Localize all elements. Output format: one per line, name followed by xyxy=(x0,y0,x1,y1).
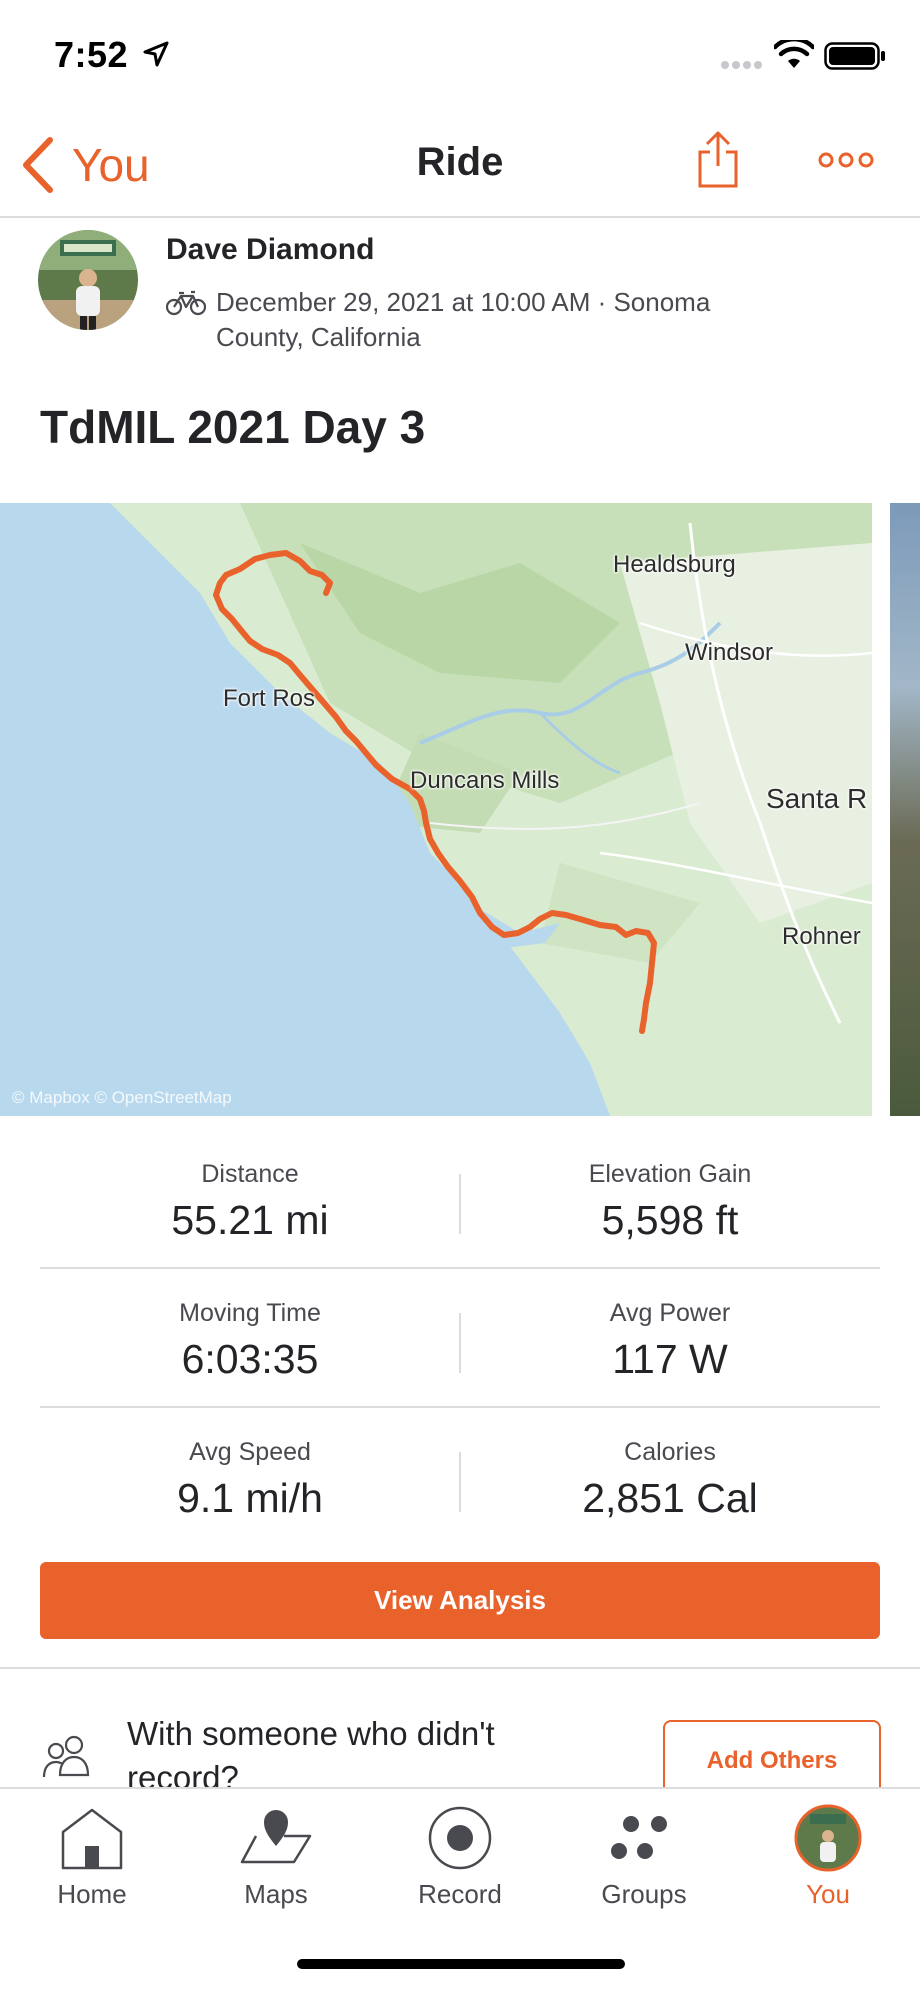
avatar-photo xyxy=(38,230,138,330)
stat-elevation-gain: Elevation Gain 5,598 ft xyxy=(460,1130,880,1269)
share-icon xyxy=(698,131,738,188)
tab-you[interactable]: You xyxy=(736,1789,920,1919)
status-bar: 7:52 xyxy=(0,0,920,110)
tab-home[interactable]: Home xyxy=(0,1789,184,1919)
tab-groups[interactable]: Groups xyxy=(552,1789,736,1919)
tab-maps[interactable]: Maps xyxy=(184,1789,368,1919)
map-label-santa-rosa: Santa R xyxy=(766,783,868,814)
stat-row: Avg Speed 9.1 mi/h Calories 2,851 Cal xyxy=(40,1408,880,1547)
athlete-name[interactable]: Dave Diamond xyxy=(166,233,374,267)
stat-value: 5,598 ft xyxy=(601,1197,739,1243)
chevron-left-icon xyxy=(23,137,53,193)
stat-value: 117 W xyxy=(612,1336,728,1382)
people-icon xyxy=(42,1735,90,1778)
stat-moving-time: Moving Time 6:03:35 xyxy=(40,1269,460,1408)
stat-label: Distance xyxy=(201,1160,299,1188)
stat-value: 9.1 mi/h xyxy=(177,1475,323,1521)
wifi-icon xyxy=(774,40,814,68)
map-label-rohnert: Rohner xyxy=(782,923,861,950)
view-analysis-button[interactable]: View Analysis xyxy=(40,1562,880,1639)
avatar xyxy=(794,1804,862,1872)
stat-value: 6:03:35 xyxy=(181,1336,319,1382)
more-options-button[interactable] xyxy=(818,152,874,173)
stat-row: Moving Time 6:03:35 Avg Power 117 W xyxy=(40,1269,880,1408)
stat-label: Elevation Gain xyxy=(588,1160,752,1188)
home-indicator xyxy=(297,1959,625,1969)
add-others-button[interactable]: Add Others xyxy=(663,1720,881,1796)
back-label: You xyxy=(72,139,150,191)
stat-value: 2,851 Cal xyxy=(582,1475,758,1521)
athlete-avatar[interactable] xyxy=(38,230,138,330)
stat-row: Distance 55.21 mi Elevation Gain 5,598 f… xyxy=(40,1130,880,1269)
stat-value: 55.21 mi xyxy=(171,1197,329,1243)
nav-bar: You Ride xyxy=(0,110,920,218)
ellipsis-icon xyxy=(818,152,874,168)
stat-distance: Distance 55.21 mi xyxy=(40,1130,460,1269)
tab-label: Home xyxy=(57,1879,127,1909)
share-button[interactable] xyxy=(694,130,742,195)
tab-record[interactable]: Record xyxy=(368,1789,552,1919)
stat-label: Calories xyxy=(624,1438,716,1466)
map-label-windsor: Windsor xyxy=(685,639,774,666)
stat-avg-power: Avg Power 117 W xyxy=(460,1269,880,1408)
route-map[interactable]: Healdsburg Windsor Fort Ros Duncans Mill… xyxy=(0,503,872,1116)
stat-label: Moving Time xyxy=(179,1299,321,1327)
activity-meta: December 29, 2021 at 10:00 AM · Sonoma C… xyxy=(216,287,711,352)
map-label-healdsburg: Healdsburg xyxy=(613,551,736,578)
map-attribution: © Mapbox © OpenStreetMap xyxy=(12,1088,232,1107)
battery-icon xyxy=(824,42,885,70)
tab-label: Maps xyxy=(244,1879,308,1909)
stat-label: Avg Speed xyxy=(189,1438,311,1466)
stat-calories: Calories 2,851 Cal xyxy=(460,1408,880,1547)
tab-label: Groups xyxy=(601,1879,687,1909)
tab-label: Record xyxy=(418,1879,502,1909)
tab-label: You xyxy=(806,1879,850,1909)
home-icon xyxy=(61,1808,123,1870)
map-canvas xyxy=(0,503,872,1116)
section-divider xyxy=(0,1667,920,1669)
back-button[interactable]: You xyxy=(20,130,150,200)
location-arrow-icon xyxy=(143,41,169,67)
maps-icon xyxy=(240,1810,312,1864)
activity-title: TdMIL 2021 Day 3 xyxy=(40,401,426,453)
with-someone-prompt: With someone who didn't record? xyxy=(127,1715,495,1788)
map-label-fort-ross: Fort Ros xyxy=(223,685,316,712)
bike-icon xyxy=(166,290,206,316)
stat-label: Avg Power xyxy=(609,1299,731,1327)
record-icon xyxy=(428,1806,492,1870)
activity-photo-preview[interactable] xyxy=(890,503,920,1116)
status-time: 7:52 xyxy=(54,34,129,75)
stats-grid: Distance 55.21 mi Elevation Gain 5,598 f… xyxy=(40,1130,880,1547)
map-label-duncans-mills: Duncans Mills xyxy=(410,767,560,794)
stat-avg-speed: Avg Speed 9.1 mi/h xyxy=(40,1408,460,1547)
groups-icon xyxy=(611,1816,667,1859)
cellular-signal-icon xyxy=(721,61,762,69)
